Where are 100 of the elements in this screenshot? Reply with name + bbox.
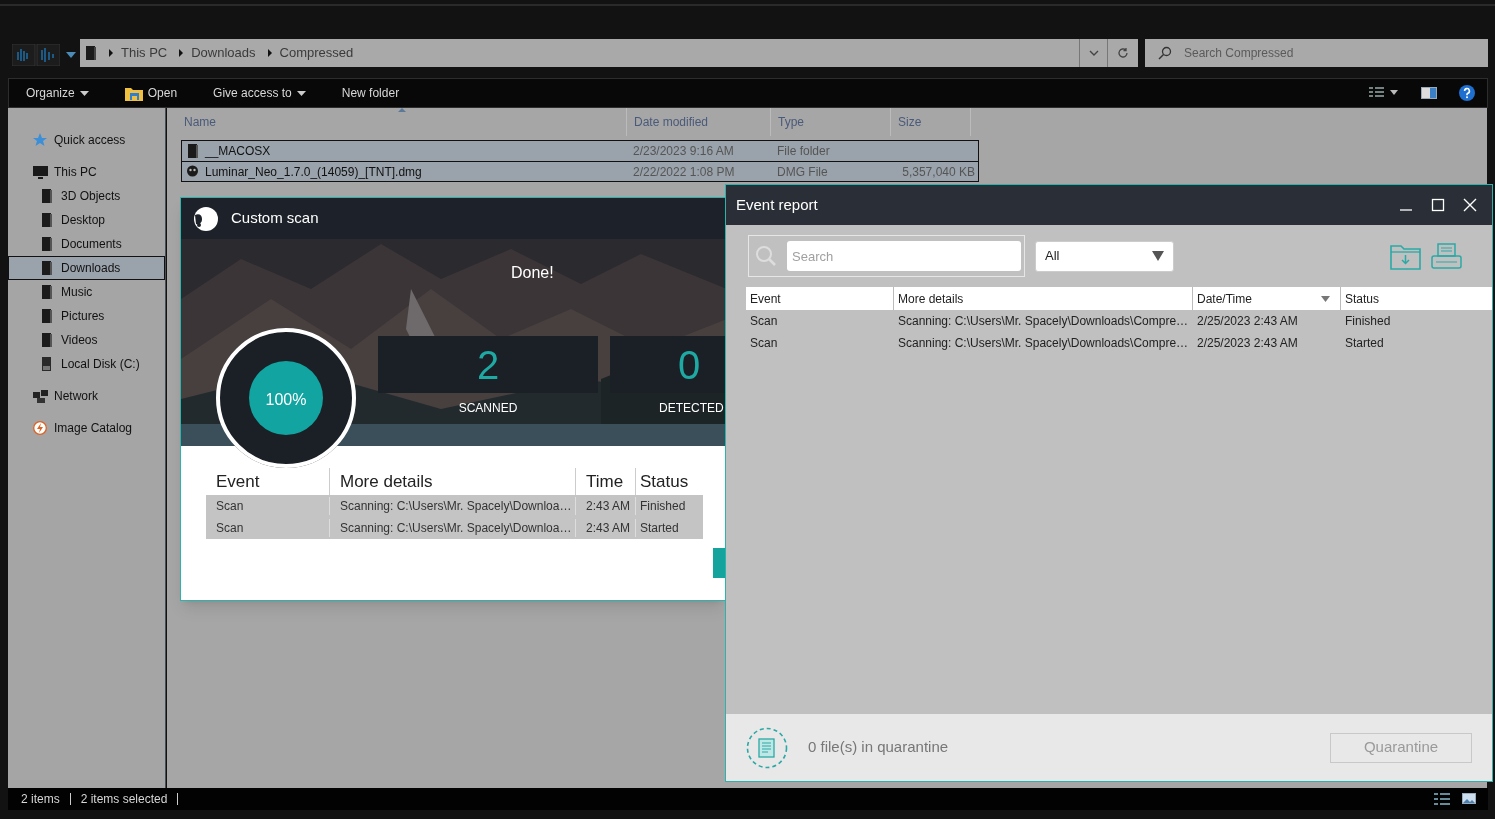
- disk-image-icon: [186, 164, 199, 179]
- column-header[interactable]: Status: [1341, 287, 1490, 310]
- chevron-right-icon: [109, 49, 113, 57]
- network-icon: [33, 389, 48, 403]
- sort-arrow-icon: [1321, 295, 1330, 302]
- quarantine-icon: [746, 726, 788, 769]
- sort-arrow-icon: [397, 108, 406, 112]
- quarantine-count: 0 file(s) in quarantine: [808, 737, 949, 758]
- thumbnail-view-icon[interactable]: [1462, 793, 1476, 805]
- cell-text: 5,357,040 KB: [902, 163, 975, 181]
- caret-icon: [296, 90, 306, 96]
- table-cell-text: Finished: [639, 498, 687, 515]
- table-cell: Scanning: C:\Users\Mr. Spacely\Downloa…: [330, 497, 576, 515]
- breadcrumb-item[interactable]: Compressed: [279, 43, 354, 63]
- drive-icon: [40, 309, 55, 323]
- lightning-icon: [33, 421, 48, 435]
- window-title: Event report: [736, 194, 818, 215]
- breadcrumb-item[interactable]: This PC: [121, 43, 168, 63]
- file-row[interactable]: Luminar_Neo_1.7.0_(14059)_[TNT].dmg 2/22/2022 1:08 PM DMG File 5,357,040 KB: [182, 161, 978, 181]
- folder-icon: [124, 85, 143, 101]
- column-header[interactable]: Status: [636, 468, 703, 495]
- search-field[interactable]: Search: [787, 241, 1021, 271]
- sidebar-item[interactable]: 3D Objects: [8, 184, 165, 208]
- table-cell-text: Scan: [749, 335, 779, 352]
- search-icon: [755, 245, 777, 267]
- file-row[interactable]: __MACOSX 2/23/2023 9:16 AM File folder: [182, 141, 978, 161]
- sidebar-item[interactable]: Network: [8, 384, 165, 408]
- sidebar-item[interactable]: This PC: [8, 160, 165, 184]
- table-cell-text: Finished: [1344, 313, 1392, 330]
- search-icon: [1158, 46, 1172, 60]
- progress-percent: 100%: [264, 390, 308, 410]
- table-cell-text: Started: [639, 520, 680, 537]
- sidebar-item[interactable]: Local Disk (C:): [8, 352, 165, 376]
- drive-icon: [40, 189, 55, 203]
- cell-text: __MACOSX: [205, 143, 271, 160]
- sidebar-item[interactable]: Desktop: [8, 208, 165, 232]
- maximize-icon[interactable]: [1430, 197, 1446, 213]
- table-cell: Scanning: C:\Users\Mr. Spacely\Downloa…: [330, 519, 576, 537]
- dropdown-arrow-icon: [1152, 251, 1164, 261]
- sidebar-item[interactable]: Videos: [8, 328, 165, 352]
- star-icon: [33, 133, 48, 147]
- caret-icon: [79, 90, 89, 96]
- app-logo-icon: [193, 205, 219, 232]
- column-header[interactable]: Event: [746, 287, 894, 310]
- status-text: 2 items: [21, 791, 60, 808]
- table-cell: Scan: [206, 497, 330, 515]
- status-text: 2 items selected: [80, 791, 168, 808]
- table-cell: Scan: [206, 519, 330, 537]
- column-header[interactable]: Date/Time: [1193, 287, 1341, 310]
- drive-icon: [40, 237, 55, 251]
- table-cell-text: Scanning: C:\Users\Mr. Spacely\Downloads\Compre…: [897, 335, 1190, 352]
- cell-text: File folder: [777, 143, 830, 160]
- drive-icon: [40, 261, 55, 275]
- toolbar-button[interactable]: Open: [115, 81, 187, 105]
- column-header[interactable]: More details: [894, 287, 1193, 310]
- filter-dropdown[interactable]: All: [1035, 240, 1174, 272]
- table-cell: 2:43 AM: [576, 519, 636, 537]
- cell-text: 2/22/2022 1:08 PM: [633, 163, 735, 181]
- stat-label: DETECTED: [659, 400, 724, 417]
- refresh-icon: [1117, 47, 1129, 59]
- table-cell-text: 2/25/2023 2:43 AM: [1196, 335, 1299, 352]
- status-text: Done!: [511, 263, 554, 283]
- address-bar[interactable]: This PC Downloads Compressed: [80, 39, 1138, 67]
- sidebar-item[interactable]: Music: [8, 280, 165, 304]
- table-cell-text: Started: [1344, 335, 1385, 352]
- toolbar-button[interactable]: New folder: [332, 81, 409, 105]
- breadcrumb-item[interactable]: Downloads: [191, 43, 256, 63]
- close-icon[interactable]: [1462, 197, 1478, 213]
- drive-icon: [40, 285, 55, 299]
- cell-text: Luminar_Neo_1.7.0_(14059)_[TNT].dmg: [205, 163, 422, 181]
- cell-text: 2/23/2023 9:16 AM: [633, 143, 734, 160]
- sidebar-item[interactable]: Quick access: [8, 128, 165, 152]
- view-options-icon[interactable]: [1369, 87, 1399, 99]
- table-cell-text: Scanning: C:\Users\Mr. Spacely\Downloads\Compre…: [897, 313, 1190, 330]
- monitor-icon: [33, 165, 48, 179]
- dropdown-icon[interactable]: [66, 51, 76, 59]
- drive-icon: [40, 333, 55, 347]
- chevron-right-icon: [179, 49, 184, 57]
- details-view-icon[interactable]: [1434, 793, 1450, 805]
- drive-icon: [40, 213, 55, 227]
- drive-icon: [85, 45, 97, 61]
- chevron-down-icon: [1088, 50, 1099, 56]
- window-title: Custom scan: [231, 208, 319, 229]
- drive-icon: [186, 144, 199, 158]
- cell-text: DMG File: [777, 163, 828, 181]
- preview-pane-icon[interactable]: [1421, 87, 1437, 99]
- table-cell: 2:43 AM: [576, 497, 636, 515]
- chevron-right-icon: [267, 49, 272, 57]
- table-cell-text: 2/25/2023 2:43 AM: [1196, 313, 1299, 330]
- toolbar-button[interactable]: Organize: [17, 81, 98, 105]
- sidebar-item[interactable]: Downloads: [8, 256, 165, 280]
- stat-tile: 0: [610, 336, 725, 393]
- sidebar-item[interactable]: Documents: [8, 232, 165, 256]
- help-icon[interactable]: [1459, 85, 1475, 101]
- sidebar-item[interactable]: Pictures: [8, 304, 165, 328]
- toolbar-button[interactable]: Give access to: [204, 81, 315, 105]
- search-placeholder: Search Compressed: [1184, 45, 1294, 62]
- sidebar-item[interactable]: Image Catalog: [8, 416, 165, 440]
- table-cell-text: Scan: [749, 313, 779, 330]
- stat-label: SCANNED: [458, 400, 518, 417]
